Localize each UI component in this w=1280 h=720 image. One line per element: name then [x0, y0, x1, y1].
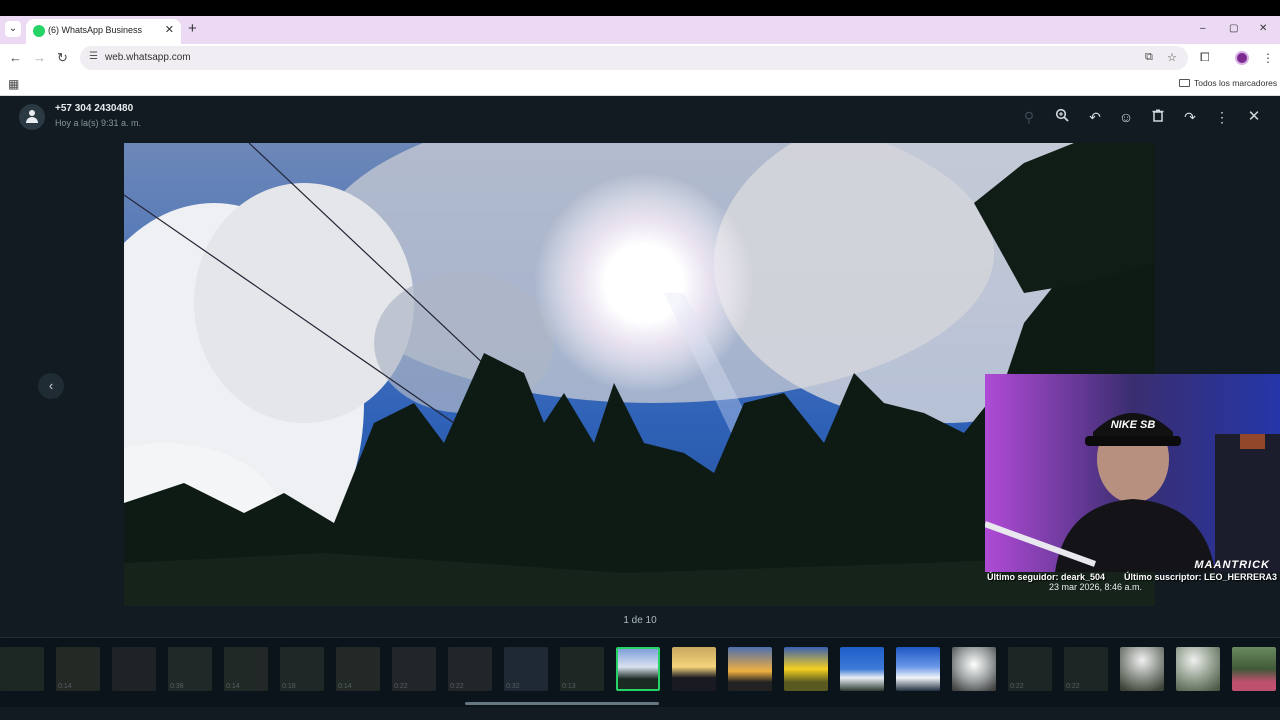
- all-bookmarks-link[interactable]: Todos los marcadores: [1194, 78, 1277, 88]
- minimize-window-icon[interactable]: –: [1200, 23, 1206, 34]
- thumbnail[interactable]: [728, 647, 772, 691]
- thumbnail-strip: 0:14 0:38 0:14 0:18 0:14 0:22 0:22 0:32 …: [0, 637, 1280, 707]
- media-viewer: +57 304 2430480 Hoy a la(s) 9:31 a. m. ⚲…: [0, 96, 1280, 720]
- thumbnail[interactable]: [1120, 647, 1164, 691]
- video-duration: 0:22: [1066, 683, 1080, 690]
- thumbnail-video[interactable]: 0:22: [448, 647, 492, 691]
- thumbnail-video[interactable]: 0:14: [224, 647, 268, 691]
- last-follower-text: Último seguidor: deark_504: [987, 572, 1106, 582]
- zoom-out-icon: ⚲: [1023, 109, 1035, 125]
- video-duration: 0:18: [282, 683, 296, 690]
- more-options-icon[interactable]: ⋮: [1213, 108, 1231, 126]
- photo-date-stamp: 23 mar 2026, 8:46 a.m.: [1049, 582, 1143, 592]
- thumbnail-video[interactable]: 0:22: [392, 647, 436, 691]
- forward-nav-icon[interactable]: →: [33, 50, 46, 66]
- thumbnail[interactable]: [840, 647, 884, 691]
- thumbnail-video[interactable]: 0:14: [56, 647, 100, 691]
- video-duration: 0:22: [450, 683, 464, 690]
- tab-title: (6) WhatsApp Business: [48, 25, 143, 35]
- thumbnail[interactable]: [952, 647, 996, 691]
- forward-icon[interactable]: ↷: [1181, 108, 1199, 126]
- video-duration: 0:14: [58, 683, 72, 690]
- previous-media-button[interactable]: ‹: [38, 373, 64, 399]
- install-app-icon[interactable]: ⧉: [1145, 51, 1153, 64]
- folder-icon: [1179, 79, 1190, 87]
- tab-search-dropdown[interactable]: ⌄: [5, 21, 21, 37]
- whatsapp-favicon-icon: [33, 25, 45, 37]
- url-text[interactable]: web.whatsapp.com: [105, 52, 191, 63]
- thumbnail-video[interactable]: 0:13: [560, 647, 604, 691]
- thumbnail[interactable]: [784, 647, 828, 691]
- thumbnail-video[interactable]: 0:22: [1008, 647, 1052, 691]
- cap-logo: NIKE SB: [1111, 419, 1156, 431]
- streamer-logo: MAANTRICK: [1194, 559, 1270, 571]
- last-subscriber-text: Último suscriptor: LEO_HERRERA3: [1124, 572, 1278, 582]
- bookmarks-bar: ▦ Todos los marcadores: [0, 72, 1280, 96]
- bookmark-star-icon[interactable]: ☆: [1167, 51, 1177, 64]
- thumbnail-video[interactable]: 0:22: [1064, 647, 1108, 691]
- video-duration: 0:38: [170, 683, 184, 690]
- thumbnail[interactable]: [1232, 647, 1276, 691]
- video-duration: 0:22: [394, 683, 408, 690]
- browser-menu-icon[interactable]: ⋮: [1262, 50, 1274, 66]
- media-counter: 1 de 10: [623, 615, 657, 626]
- thumbnail[interactable]: [0, 647, 44, 691]
- browser-toolbar: ← → ↻ ☰ web.whatsapp.com ⧉ ☆ ⧠ ⋮: [0, 44, 1280, 72]
- thumbnail-scrollbar[interactable]: [465, 702, 659, 705]
- site-info-icon[interactable]: ☰: [89, 51, 98, 62]
- new-tab-button[interactable]: +: [188, 21, 197, 37]
- thumbnail-video[interactable]: 0:38: [168, 647, 212, 691]
- reload-icon[interactable]: ↻: [57, 50, 68, 66]
- message-timestamp: Hoy a la(s) 9:31 a. m.: [55, 118, 142, 128]
- delete-icon[interactable]: [1149, 108, 1167, 126]
- thumbnail[interactable]: [896, 647, 940, 691]
- profile-avatar[interactable]: [1235, 51, 1249, 65]
- thumbnail-selected[interactable]: [616, 647, 660, 691]
- video-duration: 0:14: [226, 683, 240, 690]
- close-viewer-icon[interactable]: ✕: [1245, 108, 1263, 126]
- thumbnail[interactable]: [672, 647, 716, 691]
- react-emoji-icon[interactable]: ☺: [1117, 108, 1135, 126]
- webcam-overlay: NIKE SB MAANTRICK: [985, 374, 1280, 572]
- video-duration: 0:13: [562, 683, 576, 690]
- contact-avatar[interactable]: [19, 104, 45, 130]
- browser-tab-strip: ⌄ (6) WhatsApp Business ✕ + – ▢ ✕: [0, 16, 1280, 44]
- apps-grid-icon[interactable]: ▦: [8, 77, 19, 91]
- video-duration: 0:14: [338, 683, 352, 690]
- video-duration: 0:22: [1010, 683, 1024, 690]
- address-bar[interactable]: ☰ web.whatsapp.com ⧉ ☆: [80, 46, 1188, 70]
- contact-name: +57 304 2430480: [55, 103, 134, 114]
- reply-icon[interactable]: ↶: [1086, 108, 1104, 126]
- thumbnail-video[interactable]: 0:14: [336, 647, 380, 691]
- thumbnail[interactable]: [112, 647, 156, 691]
- extensions-icon[interactable]: ⧠: [1200, 49, 1210, 65]
- thumbnail-video[interactable]: 0:18: [280, 647, 324, 691]
- thumbnail-video[interactable]: 0:32: [504, 647, 548, 691]
- thumbnail[interactable]: [1176, 647, 1220, 691]
- screen-top-border: [0, 0, 1280, 16]
- tab-whatsapp-business[interactable]: (6) WhatsApp Business ✕: [26, 19, 181, 44]
- tab-close-icon[interactable]: ✕: [165, 23, 174, 36]
- restore-window-icon[interactable]: ▢: [1229, 23, 1238, 34]
- back-icon[interactable]: ←: [9, 50, 22, 66]
- video-duration: 0:32: [506, 683, 520, 690]
- close-window-icon[interactable]: ✕: [1259, 23, 1267, 34]
- zoom-in-icon[interactable]: [1053, 108, 1071, 126]
